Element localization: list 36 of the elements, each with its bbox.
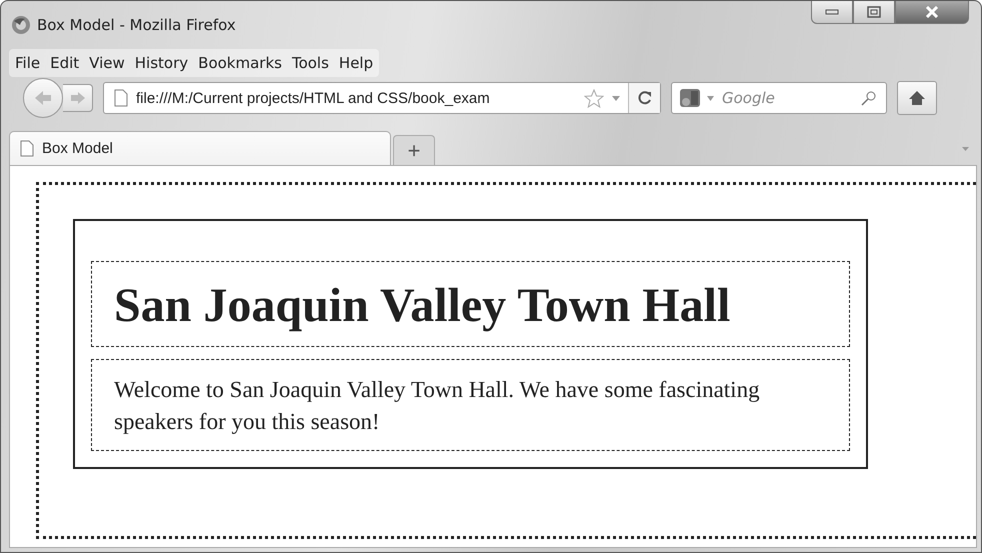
- close-button[interactable]: [895, 1, 969, 24]
- page-paragraph: Welcome to San Joaquin Valley Town Hall. We have some fascinating speakers for you this season!: [91, 359, 850, 451]
- maximize-icon: [867, 6, 881, 18]
- menu-item[interactable]: Edit: [50, 54, 80, 72]
- window-title: Box Model - Mozilla Firefox: [37, 16, 237, 34]
- forward-arrow-icon: [70, 91, 86, 105]
- dropdown-icon[interactable]: [707, 96, 714, 101]
- new-tab-button[interactable]: +: [393, 135, 435, 165]
- back-button[interactable]: [23, 78, 63, 118]
- forward-button[interactable]: [63, 84, 93, 112]
- search-engine-icon: [679, 88, 701, 108]
- menu-item[interactable]: Tools: [292, 54, 329, 72]
- maximize-button[interactable]: [853, 1, 895, 24]
- home-icon: [908, 90, 926, 106]
- search-icon[interactable]: [861, 90, 877, 106]
- search-field[interactable]: Google: [671, 82, 887, 114]
- minimize-icon: [825, 9, 839, 15]
- dropdown-icon[interactable]: [612, 96, 620, 100]
- page-heading: San Joaquin Valley Town Hall: [91, 261, 850, 347]
- page-icon: [20, 140, 34, 157]
- home-button[interactable]: [897, 81, 937, 115]
- reload-button[interactable]: [628, 83, 660, 113]
- minimize-button[interactable]: [811, 1, 853, 24]
- address-text: file:///M:/Current projects/HTML and CSS/book_exam: [136, 90, 491, 106]
- menu-item[interactable]: History: [134, 54, 188, 72]
- menu-item[interactable]: Bookmarks: [198, 54, 282, 72]
- page-icon: [114, 89, 128, 107]
- menu-item[interactable]: Help: [338, 54, 374, 72]
- reload-icon: [638, 91, 652, 105]
- menu-item[interactable]: View: [89, 54, 125, 72]
- back-arrow-icon: [33, 90, 53, 106]
- star-icon[interactable]: [584, 88, 604, 108]
- close-icon: [925, 6, 939, 18]
- menu-item[interactable]: File: [15, 54, 40, 72]
- address-bar[interactable]: file:///M:/Current projects/HTML and CSS/book_exam: [103, 82, 661, 114]
- browser-tab[interactable]: Box Model: [9, 131, 391, 165]
